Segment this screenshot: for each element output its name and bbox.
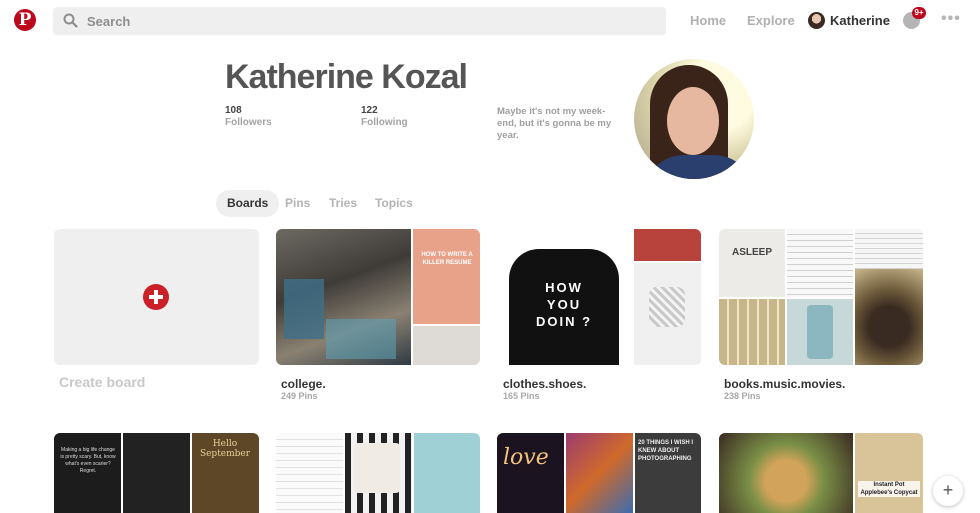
profile-name: Katherine Kozal — [225, 58, 468, 96]
pin-text-overlay: HOW TO WRITE A KILLER RESUME — [421, 252, 473, 266]
pin-text-overlay: Hello September — [199, 439, 251, 459]
followers-label: Followers — [225, 117, 272, 128]
followers-count: 108 — [225, 105, 242, 116]
following-label: Following — [361, 117, 408, 128]
board-cover[interactable]: Instant Pot Applebee's Copycat — [719, 433, 923, 513]
profile-bio: Maybe it's not my week-end, but it's gon… — [497, 106, 612, 141]
tab-pins[interactable]: Pins — [285, 190, 310, 217]
board-cover[interactable] — [276, 433, 480, 513]
pin-text-overlay: ASLEEP — [731, 247, 772, 258]
search-input[interactable] — [87, 7, 647, 35]
following-stat[interactable]: 122 Following — [361, 105, 408, 128]
create-board-label[interactable]: Create board — [59, 374, 145, 390]
nav-explore[interactable]: Explore — [747, 13, 795, 28]
pin-text-overlay: 20 THINGS I WISH I KNEW ABOUT PHOTOGRAPH… — [638, 440, 694, 462]
pin-text-overlay: Instant Pot Applebee's Copycat — [858, 481, 920, 497]
pinterest-logo-icon[interactable]: P — [14, 9, 36, 31]
notification-badge: 9+ — [912, 7, 926, 19]
board-pin-count: 238 Pins — [724, 391, 761, 401]
board-cover-books[interactable]: ASLEEP — [719, 229, 923, 365]
top-bar: P Home Explore Katherine 9+ ••• — [0, 0, 980, 42]
add-button[interactable]: + — [933, 476, 963, 506]
tab-boards[interactable]: Boards — [216, 190, 280, 217]
tab-topics[interactable]: Topics — [375, 190, 413, 217]
search-bar[interactable] — [53, 7, 666, 35]
user-profile-link[interactable]: Katherine — [830, 13, 890, 28]
board-cover[interactable]: Making a big life change is pretty scary… — [54, 433, 259, 513]
avatar[interactable] — [808, 12, 825, 29]
board-pin-count: 249 Pins — [281, 391, 318, 401]
board-title-college[interactable]: college. — [281, 377, 326, 391]
profile-picture[interactable] — [634, 59, 754, 179]
create-board-card[interactable] — [54, 229, 259, 365]
board-cover-clothes[interactable]: HOW YOU DOIN ? — [497, 229, 701, 365]
board-cover-college[interactable]: HOW TO WRITE A KILLER RESUME — [276, 229, 480, 365]
add-board-icon[interactable] — [143, 284, 169, 310]
search-icon — [63, 13, 78, 28]
following-count: 122 — [361, 105, 378, 116]
followers-stat[interactable]: 108 Followers — [225, 105, 272, 128]
more-options-icon[interactable]: ••• — [941, 10, 961, 28]
board-cover[interactable]: love 20 THINGS I WISH I KNEW ABOUT PHOTO… — [497, 433, 701, 513]
board-title-books[interactable]: books.music.movies. — [724, 377, 845, 391]
board-title-clothes[interactable]: clothes.shoes. — [503, 377, 586, 391]
tab-tries[interactable]: Tries — [329, 190, 357, 217]
pin-text-overlay: Making a big life change is pretty scary… — [60, 447, 116, 474]
pin-text-overlay: HOW YOU DOIN ? — [535, 280, 593, 329]
nav-home[interactable]: Home — [690, 13, 726, 28]
pin-text-overlay: love — [503, 445, 549, 470]
board-pin-count: 165 Pins — [503, 391, 540, 401]
